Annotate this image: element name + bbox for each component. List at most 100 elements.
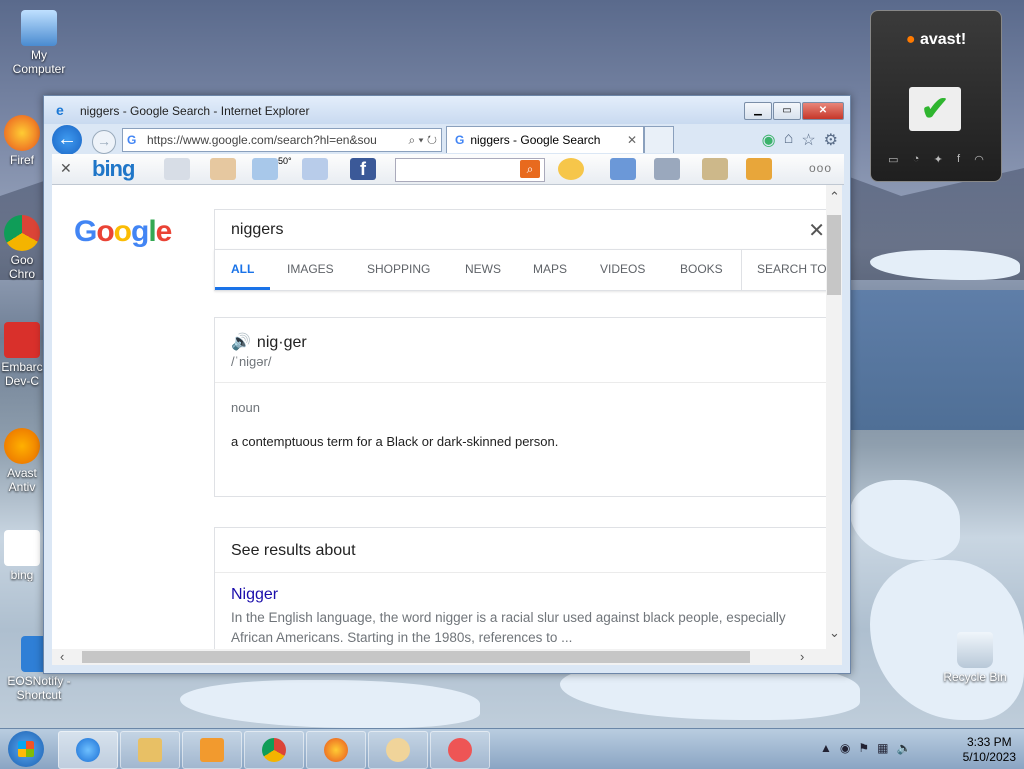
tab-news[interactable]: NEWS <box>465 262 501 276</box>
speaker-icon[interactable]: 🔊 <box>231 334 251 351</box>
twitter-icon[interactable]: ✦ <box>934 153 943 166</box>
scroll-down-icon[interactable]: ⌄ <box>829 625 840 641</box>
clock[interactable]: 3:33 PM 5/10/2023 <box>963 735 1016 765</box>
weather-icon[interactable]: 50° <box>252 156 292 180</box>
desktop-icon-embarcadero[interactable]: Embarc Dev-C <box>0 322 44 388</box>
results-about-card: See results about Nigger In the English … <box>214 527 826 649</box>
taskbar-ie[interactable] <box>58 731 118 769</box>
desktop-icon-recycle-bin[interactable]: Recycle Bin <box>940 632 1010 684</box>
tab-videos[interactable]: VIDEOS <box>600 262 645 276</box>
scroll-up-icon[interactable]: ⌃ <box>829 189 840 205</box>
tab-shopping[interactable]: SHOPPING <box>367 262 430 276</box>
taskbar-snipping-tool[interactable] <box>430 731 490 769</box>
megaphone-icon[interactable] <box>746 158 772 180</box>
result-link[interactable]: Nigger <box>231 586 278 604</box>
gear-icon[interactable]: ⚙ <box>824 130 838 150</box>
bing-icon <box>4 530 40 566</box>
address-bar[interactable]: Ghttps://www.google.com/search?hl=en&sou… <box>122 128 442 152</box>
search-input[interactable]: niggers ✕ <box>214 209 826 250</box>
back-button[interactable]: ← <box>52 125 82 155</box>
horizontal-scroll-thumb[interactable] <box>82 651 750 663</box>
window-title: niggers - Google Search - Internet Explo… <box>80 104 310 118</box>
scissors-icon <box>448 738 472 762</box>
ie-window[interactable]: e niggers - Google Search - Internet Exp… <box>43 95 851 674</box>
scroll-left-icon[interactable]: ‹ <box>60 649 64 664</box>
avast-gadget[interactable]: ● avast! ✔ ▭ ◔ ✦ f ◠ <box>870 10 1002 182</box>
windows-logo-icon <box>18 741 34 757</box>
show-hidden-icons[interactable]: ▲ <box>820 741 832 755</box>
active-tab-underline <box>215 287 270 290</box>
desktop-ice <box>850 480 960 560</box>
shopping-icon[interactable] <box>702 158 728 180</box>
tab-maps[interactable]: MAPS <box>533 262 567 276</box>
facebook-icon[interactable]: f <box>957 153 960 166</box>
toolbar-close-icon[interactable]: ✕ <box>60 160 72 177</box>
vertical-scroll-thumb[interactable] <box>827 215 841 295</box>
taskbar: ▲ ◉ ⚑ ▦ 🔈 3:33 PM 5/10/2023 <box>0 728 1024 769</box>
vertical-scrollbar[interactable]: ⌃ ⌄ <box>826 185 842 649</box>
taskbar-chrome[interactable] <box>244 731 304 769</box>
video-icon[interactable] <box>654 158 680 180</box>
tab-images[interactable]: IMAGES <box>287 262 334 276</box>
minimize-button[interactable]: ▁ <box>744 102 772 120</box>
system-tray: ▲ ◉ ⚑ ▦ 🔈 3:33 PM 5/10/2023 <box>816 733 1016 765</box>
tab-divider <box>741 250 742 290</box>
clear-search-icon[interactable]: ✕ <box>808 218 825 243</box>
maximize-button[interactable]: ▭ <box>773 102 801 120</box>
start-button[interactable] <box>8 731 44 767</box>
desktop-icon-bing[interactable]: bing <box>0 530 44 582</box>
horizontal-scrollbar[interactable]: ‹ › <box>52 649 842 665</box>
facebook-icon[interactable]: f <box>350 158 376 180</box>
sun-icon[interactable] <box>558 158 584 180</box>
taskbar-explorer[interactable] <box>120 731 180 769</box>
desktop-icon-chrome[interactable]: Goo Chro <box>0 215 44 281</box>
media-player-icon <box>200 738 224 762</box>
tab-search-tools[interactable]: SEARCH TO <box>757 262 826 276</box>
address-controls[interactable]: ⌕ ▾ ↻ <box>408 129 437 151</box>
search-tabs: ALL IMAGES SHOPPING NEWS MAPS VIDEOS BOO… <box>214 249 826 291</box>
mail-icon[interactable] <box>302 158 328 180</box>
taskbar-firefox[interactable] <box>306 731 366 769</box>
rss-icon[interactable]: ◠ <box>974 153 984 166</box>
title-bar[interactable]: e niggers - Google Search - Internet Exp… <box>44 96 850 124</box>
action-center-icon[interactable]: ⚑ <box>858 741 869 755</box>
dev-cpp-icon <box>4 322 40 358</box>
taskbar-media-player[interactable] <box>182 731 242 769</box>
new-tab-button[interactable] <box>644 126 674 153</box>
divider <box>215 572 826 573</box>
google-logo[interactable]: Google <box>74 215 172 249</box>
scroll-right-icon[interactable]: › <box>800 649 804 664</box>
google-favicon-icon: G <box>455 133 465 147</box>
close-button[interactable]: ✕ <box>802 102 844 120</box>
desktop-icon-firefox[interactable]: Firef <box>0 115 44 167</box>
part-of-speech: noun <box>231 400 260 415</box>
more-icon[interactable]: ooo <box>809 161 832 175</box>
computer-icon <box>21 10 57 46</box>
dictionary-word: 🔊 nig·ger <box>231 334 307 351</box>
tab-all[interactable]: ALL <box>231 262 254 276</box>
taskbar-paint[interactable] <box>368 731 428 769</box>
avast-tray-icon[interactable]: ◉ <box>840 741 850 755</box>
volume-icon[interactable]: 🔈 <box>896 741 911 755</box>
refresh-icon[interactable]: ◔ <box>913 153 920 166</box>
maps-icon[interactable] <box>210 158 236 180</box>
results-about-title: See results about <box>231 542 356 559</box>
news-icon[interactable] <box>164 158 190 180</box>
window-icon[interactable]: ▭ <box>888 153 898 166</box>
forward-button[interactable]: → <box>92 130 116 154</box>
bing-toolbar: ✕ bing 50° f ⌕ ooo <box>52 154 844 185</box>
tab-google-search[interactable]: Gniggers - Google Search ✕ <box>446 126 644 153</box>
home-icon[interactable]: ⌂ <box>784 130 794 150</box>
favorites-star-icon[interactable]: ☆ <box>801 130 815 150</box>
desktop-icon-avast[interactable]: Avast Antiv <box>0 428 44 494</box>
bing-logo[interactable]: bing <box>92 156 135 182</box>
avast-icon <box>4 428 40 464</box>
network-icon[interactable]: ▦ <box>877 741 888 755</box>
bing-search-button[interactable]: ⌕ <box>520 160 540 178</box>
thumbs-up-icon[interactable] <box>610 158 636 180</box>
tab-close-icon[interactable]: ✕ <box>627 127 637 153</box>
tab-books[interactable]: BOOKS <box>680 262 723 276</box>
avast-online-icon[interactable]: ◉ <box>762 130 776 150</box>
google-favicon-icon: G <box>127 133 137 147</box>
desktop-icon-my-computer[interactable]: My Computer <box>4 10 74 76</box>
